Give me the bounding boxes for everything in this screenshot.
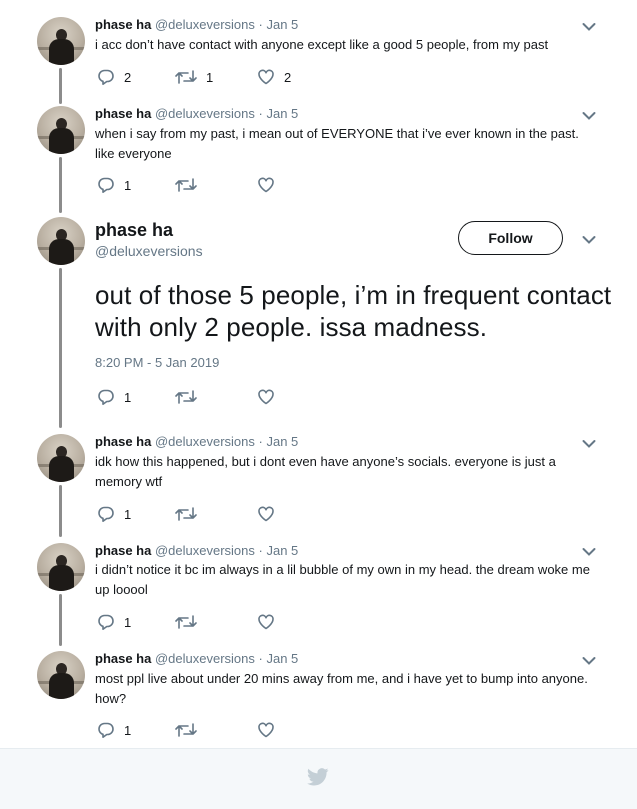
- thread-connector: [59, 268, 62, 428]
- author-name[interactable]: phase ha: [95, 106, 151, 121]
- heart-icon: [258, 389, 274, 405]
- reply-count: 2: [124, 69, 132, 85]
- tweet-date[interactable]: · Jan 5: [255, 543, 299, 558]
- tweet-date[interactable]: · Jan 5: [255, 17, 299, 32]
- retweet-icon: [175, 390, 197, 404]
- author-handle[interactable]: @deluxeversions: [95, 243, 203, 259]
- tweet-header: phase ha @deluxeversions · Jan 5: [95, 17, 298, 32]
- reply-button[interactable]: 2: [97, 67, 131, 87]
- heart-icon: [258, 614, 274, 630]
- author-handle[interactable]: @deluxeversions: [155, 17, 255, 32]
- reply-icon: [98, 177, 114, 193]
- retweet-button[interactable]: [175, 175, 197, 195]
- author-handle[interactable]: @deluxeversions: [155, 651, 255, 666]
- retweet-icon: [175, 70, 197, 84]
- retweet-button[interactable]: [175, 612, 197, 632]
- reply-button[interactable]: 1: [97, 720, 131, 740]
- retweet-icon: [175, 178, 197, 192]
- chevron-down-icon[interactable]: [582, 22, 596, 32]
- heart-icon: [258, 177, 274, 193]
- reply-button[interactable]: 1: [97, 387, 131, 407]
- reply-icon: [98, 722, 114, 738]
- thread-connector: [59, 594, 62, 646]
- like-button[interactable]: 2: [257, 67, 291, 87]
- like-button[interactable]: [257, 175, 275, 195]
- retweet-button[interactable]: [175, 720, 197, 740]
- like-button[interactable]: [257, 387, 275, 407]
- retweet-icon: [175, 723, 197, 737]
- chevron-down-icon[interactable]: [582, 111, 596, 121]
- chevron-down-icon[interactable]: [582, 235, 596, 245]
- thread-connector: [59, 485, 62, 537]
- retweet-button[interactable]: 1: [175, 67, 213, 87]
- chevron-down-icon[interactable]: [582, 439, 596, 449]
- heart-icon: [258, 69, 274, 85]
- follow-button[interactable]: Follow: [458, 221, 563, 255]
- thread-connector: [59, 157, 62, 213]
- author-name[interactable]: phase ha: [95, 543, 151, 558]
- heart-icon: [258, 722, 274, 738]
- reply-icon: [98, 614, 114, 630]
- tweet-header: phase ha @deluxeversions · Jan 5: [95, 434, 298, 449]
- reply-count: 1: [124, 722, 132, 738]
- like-button[interactable]: [257, 612, 275, 632]
- like-count: 2: [284, 69, 292, 85]
- reply-icon: [98, 389, 114, 405]
- author-name[interactable]: phase ha: [95, 17, 151, 32]
- reply-icon: [98, 506, 114, 522]
- tweet-timestamp[interactable]: 8:20 PM - 5 Jan 2019: [95, 355, 219, 370]
- avatar[interactable]: [37, 17, 85, 65]
- tweet-date[interactable]: · Jan 5: [255, 434, 299, 449]
- chevron-down-icon[interactable]: [582, 547, 596, 557]
- avatar[interactable]: [37, 434, 85, 482]
- chevron-down-icon[interactable]: [582, 656, 596, 666]
- reply-button[interactable]: 1: [97, 504, 131, 524]
- tweet-text: idk how this happened, but i dont even h…: [95, 454, 556, 489]
- retweet-button[interactable]: [175, 387, 197, 407]
- reply-count: 1: [124, 614, 132, 630]
- reply-count: 1: [124, 177, 132, 193]
- like-button[interactable]: [257, 504, 275, 524]
- reply-button[interactable]: 1: [97, 612, 131, 632]
- embed-footer: [0, 748, 637, 809]
- tweet-text: when i say from my past, i mean out of E…: [95, 126, 579, 161]
- avatar[interactable]: [37, 106, 85, 154]
- tweet-thread: phase ha @deluxeversions · Jan 5 i acc d…: [0, 0, 637, 748]
- author-name[interactable]: phase ha: [95, 434, 151, 449]
- reply-icon: [98, 69, 114, 85]
- retweet-icon: [175, 507, 197, 521]
- author-handle[interactable]: @deluxeversions: [155, 434, 255, 449]
- reply-count: 1: [124, 389, 132, 405]
- like-button[interactable]: [257, 720, 275, 740]
- heart-icon: [258, 506, 274, 522]
- tweet-header: phase ha @deluxeversions · Jan 5: [95, 651, 298, 666]
- tweet-text: i didn’t notice it bc im always in a lil…: [95, 562, 590, 597]
- tweet-date[interactable]: · Jan 5: [255, 106, 299, 121]
- main-tweet-text: out of those 5 people, i’m in frequent c…: [95, 280, 612, 342]
- tweet-header: phase ha @deluxeversions · Jan 5: [95, 106, 298, 121]
- tweet-text: i acc don’t have contact with anyone exc…: [95, 37, 549, 52]
- reply-count: 1: [124, 506, 132, 522]
- author-handle[interactable]: @deluxeversions: [155, 106, 255, 121]
- tweet-text: most ppl live about under 20 mins away f…: [95, 671, 588, 706]
- twitter-bird-icon[interactable]: [307, 768, 329, 786]
- avatar[interactable]: [37, 543, 85, 591]
- tweet-header: phase ha @deluxeversions · Jan 5: [95, 543, 298, 558]
- tweet-date[interactable]: · Jan 5: [255, 651, 299, 666]
- author-handle[interactable]: @deluxeversions: [155, 543, 255, 558]
- retweet-icon: [175, 615, 197, 629]
- author-name[interactable]: phase ha: [95, 220, 173, 241]
- avatar[interactable]: [37, 217, 85, 265]
- retweet-button[interactable]: [175, 504, 197, 524]
- reply-button[interactable]: 1: [97, 175, 131, 195]
- thread-connector: [59, 68, 62, 104]
- avatar[interactable]: [37, 651, 85, 699]
- retweet-count: 1: [206, 69, 214, 85]
- author-name[interactable]: phase ha: [95, 651, 151, 666]
